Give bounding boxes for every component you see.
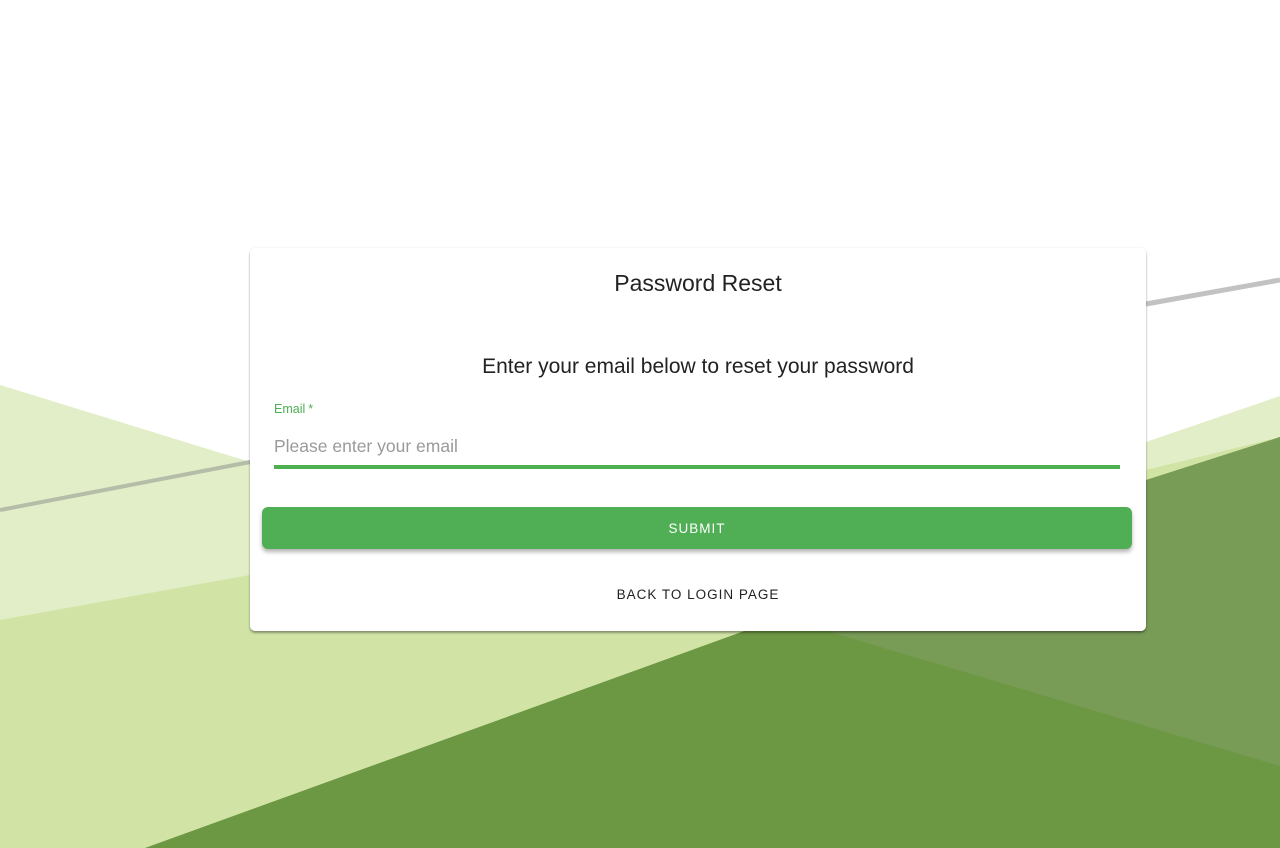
submit-button[interactable]: SUBMIT xyxy=(262,507,1132,549)
email-input-underline xyxy=(274,465,1120,469)
email-label: Email * xyxy=(274,402,313,416)
password-reset-card: Password Reset Enter your email below to… xyxy=(250,248,1146,631)
required-marker: * xyxy=(308,402,314,416)
email-form-field: Email * xyxy=(274,400,1120,470)
back-to-login-link[interactable]: BACK TO LOGIN PAGE xyxy=(250,587,1146,602)
instructions-text: Enter your email below to reset your pas… xyxy=(482,355,914,378)
password-reset-page: Password Reset Enter your email below to… xyxy=(0,0,1280,848)
email-input[interactable] xyxy=(274,430,1120,462)
page-title: Password Reset xyxy=(614,270,782,296)
email-label-text: Email xyxy=(274,402,306,416)
